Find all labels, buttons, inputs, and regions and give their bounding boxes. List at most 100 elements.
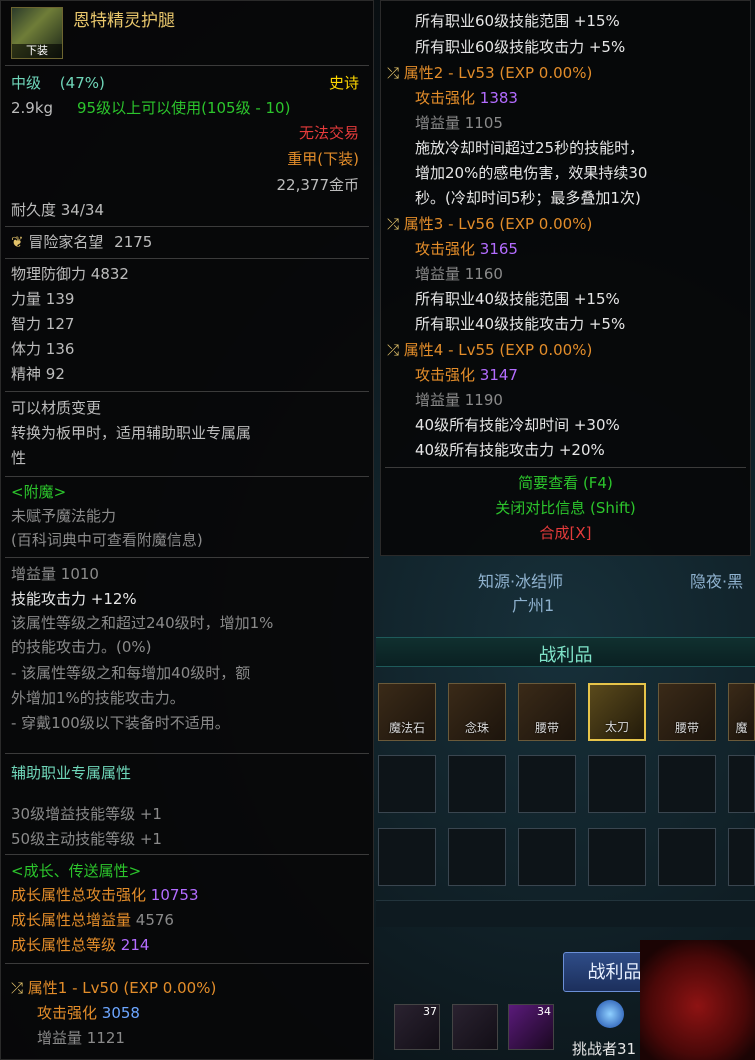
item-trade: 无法交易 (298, 124, 359, 142)
divider (385, 467, 746, 468)
empty-slot[interactable] (448, 755, 506, 813)
attr1-buff-value: 1121 (86, 1029, 125, 1047)
attr1-buff-row: 增益量 1121 (37, 1028, 125, 1048)
stat-value: 127 (45, 315, 75, 333)
empty-slot[interactable] (588, 828, 646, 886)
empty-slot[interactable] (728, 828, 755, 886)
loot-slot-2[interactable]: 念珠 (448, 683, 506, 741)
stat-row: 力量 139 (11, 289, 74, 309)
item-durability: 耐久度 34/34 (11, 201, 104, 219)
empty-slot[interactable] (658, 755, 716, 813)
challenger-label: 挑战者31 (572, 1040, 637, 1058)
stat-row: 精神 92 (11, 364, 65, 384)
player1-name: 知源·冰结师 (478, 572, 564, 591)
empty-slot[interactable] (378, 755, 436, 813)
hotkey-count: 34 (537, 1005, 551, 1018)
growth-lv-row: 成长属性总等级 214 (11, 935, 149, 955)
loot-slot-6[interactable]: 魔 (728, 683, 755, 741)
shuffle-icon: ⤮ (387, 215, 400, 233)
divider (5, 963, 369, 964)
hotkey-slot-1[interactable]: 37 (394, 1004, 440, 1050)
item-grade: 中级 (47%) (11, 73, 105, 93)
divider (5, 65, 369, 66)
attr2-desc: 施放冷却时间超过25秒的技能时， (415, 139, 645, 157)
fame-label: 冒险家名望 (28, 233, 104, 251)
stat-label: 力量 (11, 290, 42, 308)
enchant-none: 未赋予魔法能力 (11, 507, 117, 525)
skill-attack: 技能攻击力 +12% (11, 590, 137, 608)
attr4-title: 属性4 - Lv55 (EXP 0.00%) (403, 341, 593, 359)
divider (5, 476, 369, 477)
empty-slot[interactable] (378, 828, 436, 886)
item-level-req: 95级以上可以使用(105级 - 10) (77, 99, 291, 117)
attr2-desc: 秒。(冷却时间5秒；最多叠加1次) (415, 189, 641, 207)
stat-value: 139 (45, 290, 75, 308)
loot-slot-1[interactable]: 魔法石 (378, 683, 436, 741)
hotkey-slot-2[interactable] (452, 1004, 498, 1050)
convert-line2: 性 (11, 449, 27, 467)
item-icon-tag: 下装 (12, 44, 62, 58)
stat-value: 136 (45, 340, 75, 358)
attr3-title: 属性3 - Lv56 (EXP 0.00%) (403, 215, 593, 233)
empty-slot[interactable] (518, 828, 576, 886)
attr3-atk-row: 攻击强化 3165 (415, 239, 518, 259)
desc-line: 的技能攻击力。(0%) (11, 638, 152, 656)
attr4-line: 40级所有技能攻击力 +20% (415, 441, 605, 459)
growth-header: <成长、传送属性> (11, 862, 142, 880)
loot-slot-3[interactable]: 腰带 (518, 683, 576, 741)
desc-line: - 该属性等级之和每增加40级时，额 (11, 664, 251, 682)
attr3-line: 所有职业40级技能攻击力 +5% (415, 315, 626, 333)
brief-view-button[interactable]: 简要查看 (F4) (381, 473, 750, 493)
growth-buff-label: 成长属性总增益量 (11, 911, 132, 929)
top-line: 所有职业60级技能范围 +15% (415, 12, 620, 30)
attr4-line: 40级所有技能冷却时间 +30% (415, 416, 620, 434)
stat-value: 4832 (90, 265, 129, 283)
attr2-atk-label: 攻击强化 (415, 89, 476, 107)
item-weight: 2.9kg (11, 99, 54, 117)
desc-line: 外增加1%的技能攻击力。 (11, 689, 185, 707)
stat-label: 智力 (11, 315, 42, 333)
close-compare-button[interactable]: 关闭对比信息 (Shift) (381, 498, 750, 518)
desc-line: - 穿戴100级以下装备时不适用。 (11, 714, 230, 732)
synthesize-button[interactable]: 合成[X] (381, 523, 750, 543)
loot-label: 魔法石 (388, 721, 425, 735)
attr2-title-row: ⤮ 属性2 - Lv53 (EXP 0.00%) (387, 63, 592, 83)
material-change: 可以材质变更 (11, 399, 102, 417)
attr2-title: 属性2 - Lv53 (EXP 0.00%) (403, 64, 593, 82)
loot-label: 腰带 (534, 721, 559, 735)
divider (5, 391, 369, 392)
stat-value: 92 (45, 365, 65, 383)
divider (5, 854, 369, 855)
buff-value: 1010 (60, 565, 99, 583)
loot-slot-5[interactable]: 腰带 (658, 683, 716, 741)
support-line: 50级主动技能等级 +1 (11, 830, 162, 848)
stat-label: 体力 (11, 340, 42, 358)
attr4-buff: 增益量 1190 (415, 391, 503, 409)
fame-row: ❦ 冒险家名望 2175 (11, 232, 152, 252)
buff-label: 增益量 (11, 565, 57, 583)
loot-label: 腰带 (674, 721, 699, 735)
player1-server: 广州1 (512, 596, 555, 615)
empty-slot[interactable] (518, 755, 576, 813)
growth-atk-value: 10753 (150, 886, 199, 904)
empty-slot[interactable] (448, 828, 506, 886)
attr2-desc: 增加20%的感电伤害，效果持续30 (415, 164, 648, 182)
attr2-buff: 增益量 1105 (415, 114, 503, 132)
growth-lv-value: 214 (120, 936, 150, 954)
hotkey-slot-3[interactable]: 34 (508, 1004, 554, 1050)
blue-orb-icon (596, 1000, 624, 1028)
divider (5, 226, 369, 227)
loot-slot-4[interactable]: 太刀 (588, 683, 646, 741)
empty-slot[interactable] (658, 828, 716, 886)
attr4-title-row: ⤮ 属性4 - Lv55 (EXP 0.00%) (387, 340, 592, 360)
empty-slot[interactable] (728, 755, 755, 813)
attr1-buff-label: 增益量 (37, 1029, 83, 1047)
shuffle-icon: ⤮ (387, 64, 400, 82)
attr4-atk-label: 攻击强化 (415, 366, 476, 384)
item-tooltip-left: 下装 恩特精灵护腿 中级 (47%) 史诗 2.9kg 95级以上可以使用(10… (0, 0, 374, 1060)
empty-slot[interactable] (588, 755, 646, 813)
attr2-atk-row: 攻击强化 1383 (415, 88, 518, 108)
item-type: 重甲(下装) (287, 150, 359, 168)
stat-label: 物理防御力 (11, 265, 87, 283)
attr3-title-row: ⤮ 属性3 - Lv56 (EXP 0.00%) (387, 214, 592, 234)
